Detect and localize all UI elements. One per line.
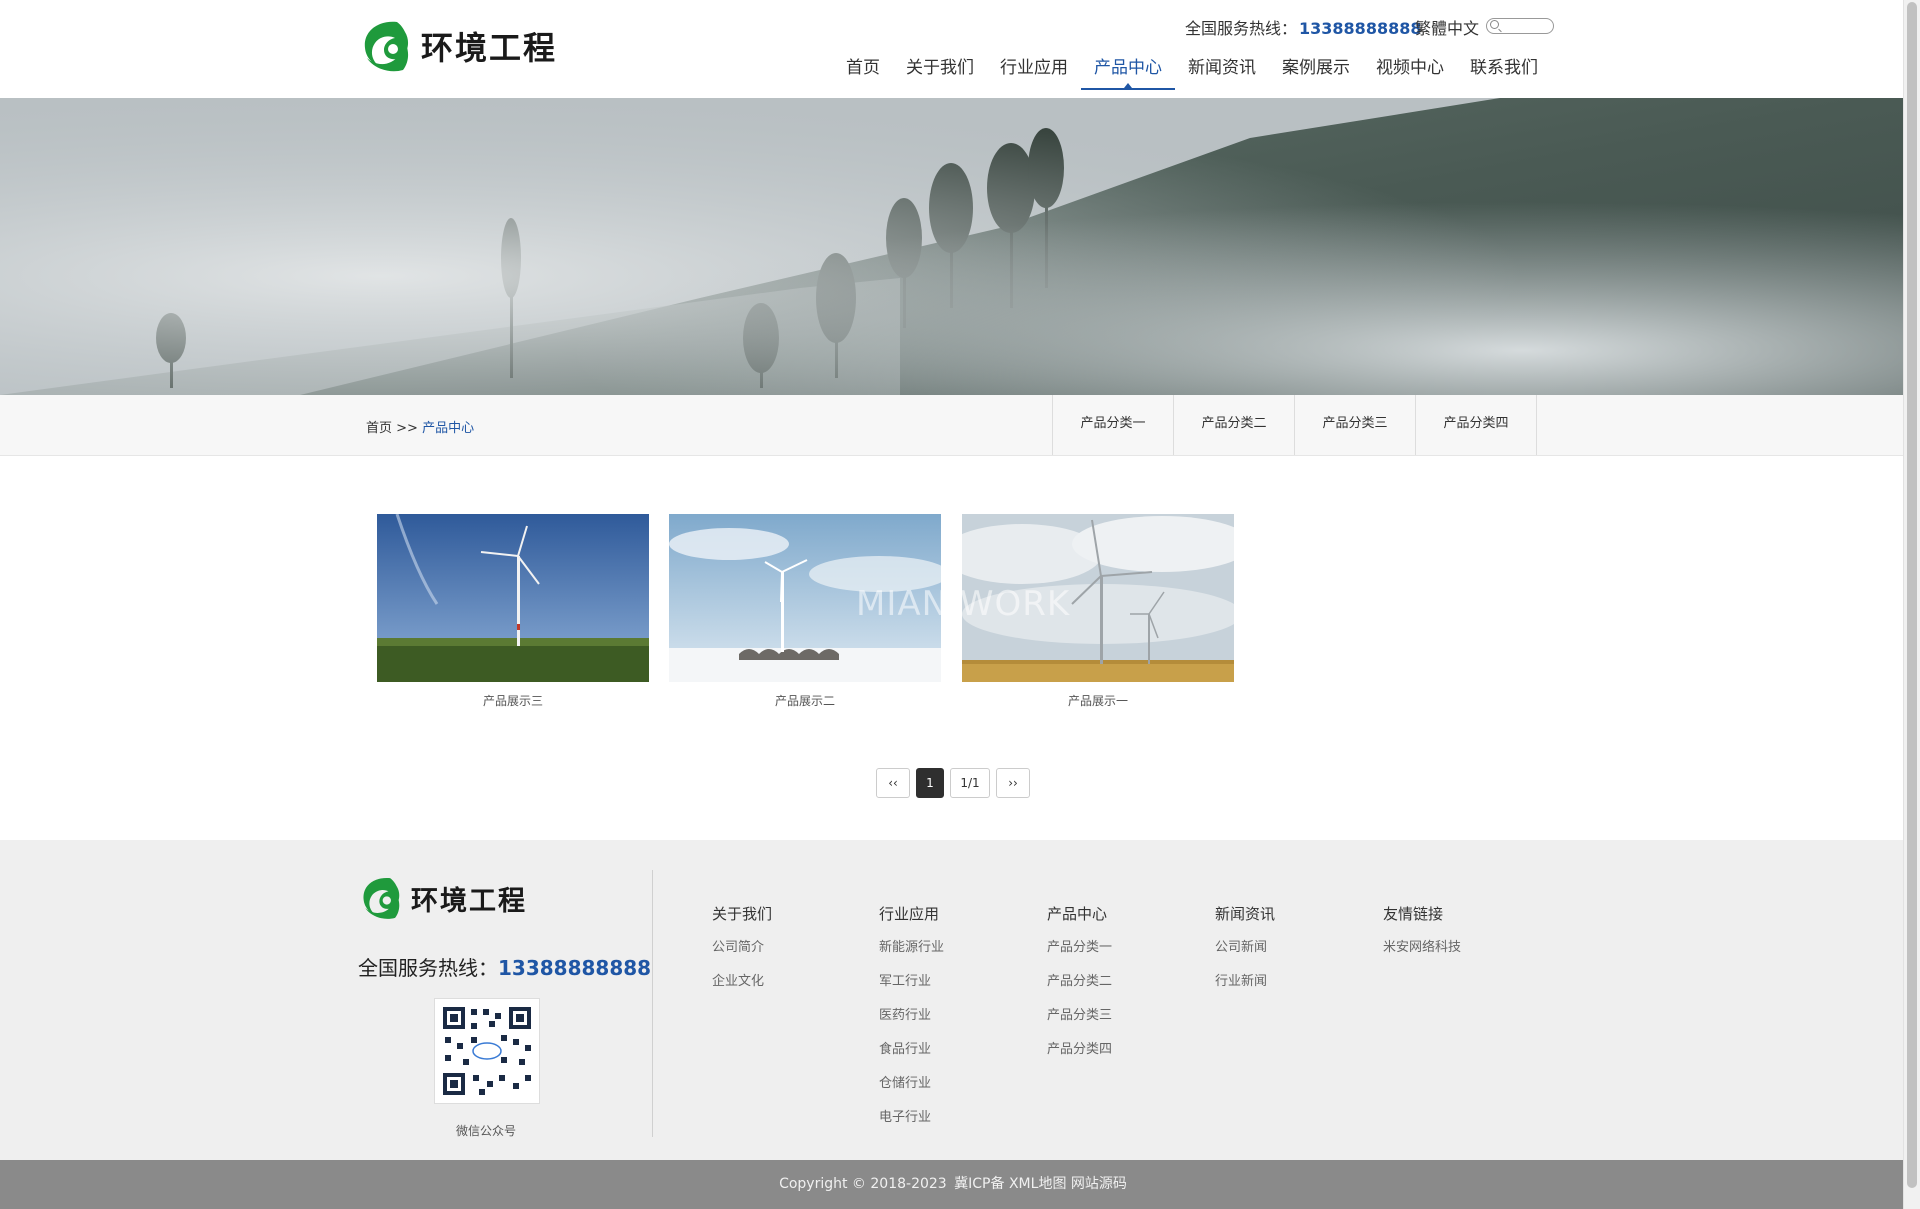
footer-link[interactable]: 新能源行业 — [879, 940, 944, 974]
page-count[interactable]: 1/1 — [950, 768, 990, 798]
category-tab-2[interactable]: 产品分类二 — [1174, 395, 1295, 455]
footer-column-industry: 行业应用 新能源行业 军工行业 医药行业 食品行业 仓储行业 电子行业 — [879, 903, 944, 1144]
footer-logo[interactable]: 环境工程 — [357, 872, 527, 924]
logo-text: 环境工程 — [421, 29, 558, 67]
next-page-button[interactable]: ›› — [996, 768, 1030, 798]
category-tab-1[interactable]: 产品分类一 — [1053, 395, 1174, 455]
main-nav: 首页 关于我们 行业应用 产品中心 新闻资讯 案例展示 视频中心 联系我们 — [833, 46, 1551, 90]
xml-sitemap-link[interactable]: XML地图 — [1009, 1176, 1066, 1192]
nav-contact[interactable]: 联系我们 — [1457, 46, 1551, 90]
footer-link[interactable]: 米安网络科技 — [1383, 940, 1461, 974]
footer-column-title: 行业应用 — [879, 905, 940, 923]
breadcrumb-current[interactable]: 产品中心 — [422, 421, 474, 436]
footer-link[interactable]: 电子行业 — [879, 1110, 944, 1144]
wind-turbine-image — [377, 514, 649, 682]
nav-videos[interactable]: 视频中心 — [1363, 46, 1457, 90]
active-caret-icon — [1124, 83, 1132, 88]
breadcrumb: 首页 >> 产品中心 — [366, 417, 474, 436]
footer-link[interactable]: 产品分类二 — [1047, 974, 1112, 1008]
page-number-button[interactable]: 1 — [916, 768, 944, 798]
breadcrumb-home[interactable]: 首页 — [366, 421, 392, 436]
footer-column-products: 产品中心 产品分类一 产品分类二 产品分类三 产品分类四 — [1047, 903, 1112, 1076]
product-card[interactable]: 产品展示三 — [377, 514, 649, 709]
hotline-label: 全国服务热线： — [1185, 19, 1298, 38]
footer-link[interactable]: 食品行业 — [879, 1042, 944, 1076]
footer-link[interactable]: 公司新闻 — [1215, 940, 1275, 974]
copyright-bar: Copyright © 2018-2023 冀ICP备 XML地图 网站源码 — [0, 1160, 1903, 1209]
nav-industry[interactable]: 行业应用 — [987, 46, 1081, 90]
footer-hotline: 全国服务热线：13388888888 — [358, 952, 651, 981]
scrollbar-thumb[interactable] — [1907, 2, 1917, 1188]
sub-navigation-bar: 首页 >> 产品中心 产品分类一 产品分类二 产品分类三 产品分类四 — [0, 395, 1903, 456]
site-footer: 环境工程 全国服务热线：13388888888 微信公众号 关于我们 公司简介 … — [0, 840, 1903, 1160]
nav-news[interactable]: 新闻资讯 — [1175, 46, 1269, 90]
site-source-link[interactable]: 网站源码 — [1071, 1176, 1127, 1192]
footer-column-about: 关于我们 公司简介 企业文化 — [712, 903, 772, 1008]
nav-home[interactable]: 首页 — [833, 46, 893, 90]
footer-link[interactable]: 产品分类三 — [1047, 1008, 1112, 1042]
footer-column-title: 友情链接 — [1383, 905, 1444, 923]
icp-link[interactable]: 冀ICP备 — [954, 1176, 1004, 1192]
product-image — [377, 514, 649, 682]
footer-hotline-label: 全国服务热线： — [358, 956, 498, 980]
page-scrollbar[interactable] — [1903, 0, 1920, 1209]
category-tab-3[interactable]: 产品分类三 — [1295, 395, 1416, 455]
language-switch[interactable]: 繁體中文 — [1415, 15, 1479, 39]
footer-link[interactable]: 仓储行业 — [879, 1076, 944, 1110]
category-tabs: 产品分类一 产品分类二 产品分类三 产品分类四 — [1052, 395, 1537, 455]
nav-about[interactable]: 关于我们 — [893, 46, 987, 90]
footer-divider — [652, 870, 653, 1137]
hero-banner — [0, 98, 1903, 395]
hotline-top: 全国服务热线： 13388888888 — [1185, 15, 1421, 39]
qr-code-icon — [443, 1007, 531, 1095]
footer-link[interactable]: 产品分类四 — [1047, 1042, 1112, 1076]
copyright-text: Copyright © 2018-2023 — [779, 1176, 947, 1192]
category-tab-4[interactable]: 产品分类四 — [1416, 395, 1537, 455]
qr-caption: 微信公众号 — [455, 1124, 516, 1138]
breadcrumb-separator: >> — [396, 421, 418, 436]
footer-link[interactable]: 企业文化 — [712, 974, 772, 1008]
misty-mountain-image — [0, 98, 1903, 395]
wechat-qr-code — [434, 998, 540, 1104]
search-input[interactable] — [1486, 18, 1554, 34]
nav-products[interactable]: 产品中心 — [1081, 46, 1175, 90]
nav-products-label: 产品中心 — [1094, 58, 1162, 78]
footer-link[interactable]: 军工行业 — [879, 974, 944, 1008]
logo-swirl-icon — [364, 21, 409, 72]
footer-link[interactable]: 医药行业 — [879, 1008, 944, 1042]
footer-hotline-number: 13388888888 — [498, 956, 652, 980]
hotline-number: 13388888888 — [1299, 19, 1422, 38]
footer-column-links: 友情链接 米安网络科技 — [1383, 903, 1461, 974]
footer-column-title: 关于我们 — [712, 905, 773, 923]
pagination: ‹‹ 1 1/1 ›› — [876, 768, 1030, 798]
site-logo[interactable]: 环境工程 — [357, 14, 557, 78]
product-caption: 产品展示一 — [1067, 694, 1128, 708]
watermark-text: MIAN.WORK — [856, 584, 1071, 624]
nav-cases[interactable]: 案例展示 — [1269, 46, 1363, 90]
footer-column-title: 产品中心 — [1047, 905, 1108, 923]
footer-column-news: 新闻资讯 公司新闻 行业新闻 — [1215, 903, 1275, 1008]
footer-logo-text: 环境工程 — [411, 885, 527, 917]
product-caption: 产品展示三 — [482, 694, 543, 708]
footer-link[interactable]: 公司简介 — [712, 940, 772, 974]
logo-swirl-icon — [363, 877, 400, 919]
footer-link[interactable]: 产品分类一 — [1047, 940, 1112, 974]
site-header: 环境工程 全国服务热线： 13388888888 繁體中文 首页 关于我们 行业应… — [0, 0, 1903, 98]
footer-link[interactable]: 行业新闻 — [1215, 974, 1275, 1008]
search-icon — [1490, 20, 1499, 29]
prev-page-button[interactable]: ‹‹ — [876, 768, 910, 798]
footer-column-title: 新闻资讯 — [1215, 905, 1276, 923]
product-caption: 产品展示二 — [774, 694, 835, 708]
